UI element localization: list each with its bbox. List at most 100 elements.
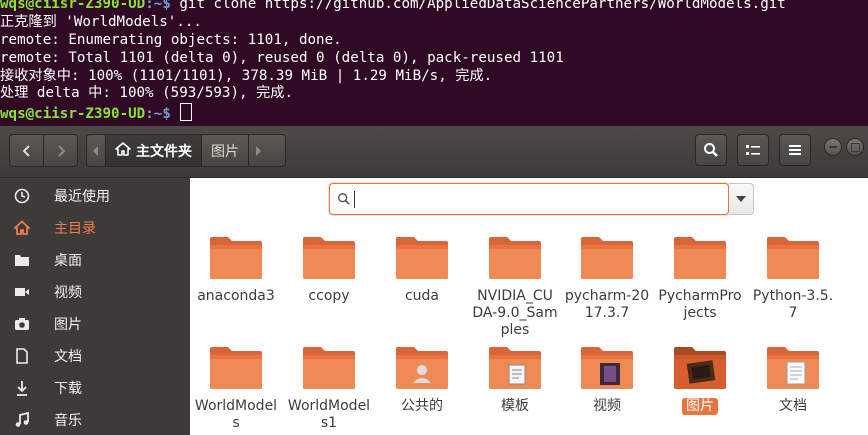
file-manager-window: 主文件夹 图片 最近使用 主目录 桌面 视频 图片 文档 下载 音乐 anaco… — [0, 126, 868, 435]
prompt-path: :~$ — [145, 106, 171, 123]
hamburger-icon — [789, 145, 801, 155]
file-item[interactable]: 图片 — [654, 345, 746, 415]
file-item[interactable]: cuda — [376, 235, 468, 305]
prompt-path: :~$ — [145, 0, 171, 12]
folder-icon — [765, 235, 821, 285]
file-item-label: 图片 — [682, 398, 718, 415]
file-item-label: cuda — [404, 288, 440, 304]
minimize-button[interactable] — [824, 138, 842, 156]
sidebar-item-downloads[interactable]: 下载 — [0, 372, 190, 404]
file-item[interactable]: 模板 — [469, 345, 561, 415]
maximize-button[interactable] — [846, 138, 864, 156]
sidebar-item-pictures[interactable]: 图片 — [0, 308, 190, 340]
file-item[interactable]: 公共的 — [376, 345, 468, 415]
terminal-line: wqs@ciisr-Z390-UD:~$ — [0, 103, 868, 123]
search-input[interactable] — [359, 190, 723, 208]
sidebar-item-home[interactable]: 主目录 — [0, 212, 190, 244]
text-caret — [354, 190, 355, 208]
sidebar-item-label: 最近使用 — [54, 189, 110, 205]
menu-button[interactable] — [779, 134, 811, 166]
sidebar-item-videos[interactable]: 视频 — [0, 276, 190, 308]
terminal-line: wqs@ciisr-Z390-UD:~$ git clone https://g… — [0, 0, 868, 14]
prompt-user: wqs@ciisr-Z390-UD — [0, 0, 146, 12]
file-item-label: Python-3.5.7 — [752, 288, 834, 321]
file-item-label: 视频 — [593, 398, 621, 414]
sidebar-item-documents[interactable]: 文档 — [0, 340, 190, 372]
path-bar: 主文件夹 图片 — [86, 134, 286, 167]
search-icon — [704, 143, 718, 157]
sidebar-item-label: 主目录 — [54, 221, 96, 237]
command-text — [171, 106, 180, 122]
sidebar-item-music[interactable]: 音乐 — [0, 404, 190, 435]
list-view-icon — [746, 145, 760, 155]
search-icon — [337, 192, 351, 206]
terminal-line: remote: Enumerating objects: 1101, done. — [0, 31, 342, 48]
prompt-user: wqs@ciisr-Z390-UD — [0, 106, 146, 123]
path-scroll-left[interactable] — [87, 135, 106, 166]
sidebar-item-label: 音乐 — [54, 413, 82, 429]
music-icon — [14, 412, 30, 428]
crumb-pictures[interactable]: 图片 — [202, 135, 248, 166]
sidebar-item-label: 桌面 — [54, 253, 82, 269]
file-item[interactable]: pycharm-2017.3.7 — [561, 235, 653, 322]
folder-icon — [672, 235, 728, 285]
triangle-left-icon — [93, 145, 98, 156]
search-field[interactable] — [329, 183, 729, 215]
videos-icon — [14, 284, 30, 300]
folder-icon — [208, 235, 264, 285]
path-scroll-right[interactable] — [248, 135, 267, 166]
file-item-label: 文档 — [779, 398, 807, 414]
chevron-left-icon — [22, 144, 30, 157]
terminal-line: 处理 delta 中: 100% (593/593), 完成. — [0, 85, 294, 102]
file-item-label: 模板 — [501, 398, 529, 414]
file-item[interactable]: WorldModels — [190, 345, 282, 432]
sidebar-item-label: 文档 — [54, 349, 82, 365]
public-folder-icon — [394, 345, 450, 395]
triangle-right-icon — [256, 145, 261, 156]
view-toggle-button[interactable] — [737, 134, 769, 166]
terminal-window[interactable]: wqs@ciisr-Z390-UD:~$ git clone https://g… — [0, 0, 868, 126]
minimize-icon — [829, 146, 837, 148]
terminal-line: 正克隆到 'WorldModels'... — [0, 13, 202, 30]
file-item-label: pycharm-2017.3.7 — [564, 288, 650, 321]
terminal-line: 接收对象中: 100% (1101/1101), 378.39 MiB | 1.… — [0, 67, 493, 84]
file-item[interactable]: 视频 — [561, 345, 653, 415]
search-options-button[interactable] — [729, 183, 754, 215]
crumb-home[interactable]: 主文件夹 — [106, 135, 202, 166]
sidebar-item-label: 下载 — [54, 381, 82, 397]
sidebar-item-label: 图片 — [54, 317, 82, 333]
file-item[interactable]: anaconda3 — [190, 235, 282, 305]
folder-icon — [301, 235, 357, 285]
folder-icon — [487, 235, 543, 285]
file-item-label: WorldModels — [194, 398, 278, 431]
back-button[interactable] — [10, 135, 44, 166]
folder-icon — [579, 235, 635, 285]
file-item[interactable]: WorldModels1 — [283, 345, 375, 432]
folder-icon — [394, 235, 450, 285]
file-item-label: NVIDIA_CUDA-9.0_Samples — [472, 288, 558, 338]
forward-button[interactable] — [44, 135, 77, 166]
search-button[interactable] — [695, 134, 727, 166]
file-item[interactable]: ccopy — [283, 235, 375, 305]
terminal-cursor — [180, 103, 193, 122]
chevron-down-icon — [736, 196, 746, 202]
documents-icon — [14, 348, 30, 364]
downloads-icon — [14, 380, 30, 396]
file-view: anaconda3 ccopy cuda NVIDIA_CUDA-9.0_Sample… — [190, 178, 868, 435]
desktop-icon — [14, 252, 30, 268]
window-controls — [824, 138, 864, 156]
templates-folder-icon — [487, 345, 543, 395]
terminal-line: remote: Total 1101 (delta 0), reused 0 (… — [0, 49, 564, 66]
file-item-label: ccopy — [308, 288, 350, 304]
sidebar: 最近使用 主目录 桌面 视频 图片 文档 下载 音乐 — [0, 178, 190, 435]
file-item-label: anaconda3 — [197, 288, 275, 304]
file-item[interactable]: 文档 — [747, 345, 839, 415]
documents-folder-icon — [765, 345, 821, 395]
sidebar-item-recent[interactable]: 最近使用 — [0, 180, 190, 212]
file-item[interactable]: Python-3.5.7 — [747, 235, 839, 322]
sidebar-item-desktop[interactable]: 桌面 — [0, 244, 190, 276]
file-item-label: PycharmProjects — [658, 288, 742, 321]
file-item[interactable]: PycharmProjects — [654, 235, 746, 322]
file-item[interactable]: NVIDIA_CUDA-9.0_Samples — [469, 235, 561, 339]
home-icon — [115, 141, 131, 160]
